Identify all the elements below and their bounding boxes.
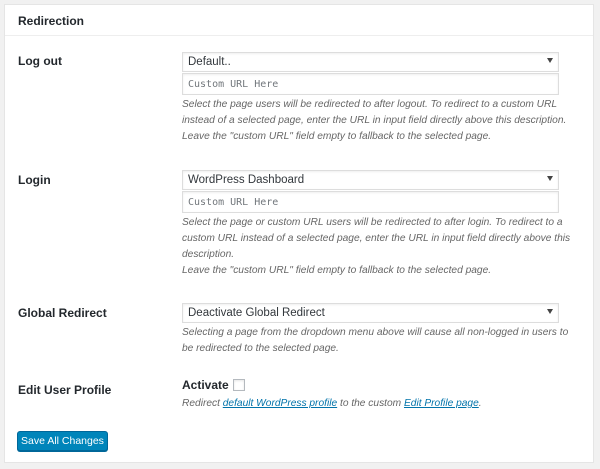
logout-fallback-note: Leave the "custom URL" field empty to fa…: [182, 131, 492, 142]
chevron-down-icon: [547, 58, 553, 63]
logout-label: Log out: [18, 54, 62, 68]
activate-control: Activate: [182, 378, 245, 392]
edit-profile-desc-suffix: .: [478, 398, 482, 409]
login-redirect-select[interactable]: WordPress Dashboard: [182, 170, 559, 190]
panel-header: Redirection: [5, 5, 593, 36]
login-description: Select the page or custom URL users will…: [182, 217, 571, 260]
edit-profile-desc-prefix: Redirect: [182, 398, 223, 409]
chevron-down-icon: [547, 176, 553, 181]
login-label: Login: [18, 173, 51, 187]
chevron-down-icon: [547, 309, 553, 314]
global-redirect-select-value: Deactivate Global Redirect: [188, 307, 325, 319]
logout-select-value: Default..: [188, 56, 231, 68]
default-wordpress-profile-link[interactable]: default WordPress profile: [223, 398, 337, 409]
logout-custom-url-input[interactable]: [182, 73, 559, 95]
login-custom-url-input[interactable]: [182, 191, 559, 213]
logout-description: Select the page users will be redirected…: [182, 99, 567, 126]
activate-label: Activate: [182, 378, 229, 392]
activate-checkbox[interactable]: [232, 379, 245, 391]
redirection-panel: Redirection Log out Default.. Select the…: [4, 4, 594, 463]
global-redirect-select[interactable]: Deactivate Global Redirect: [182, 303, 559, 323]
login-select-value: WordPress Dashboard: [188, 174, 305, 186]
edit-profile-desc-middle: to the custom: [337, 398, 404, 409]
global-redirect-label: Global Redirect: [18, 306, 107, 320]
logout-redirect-select[interactable]: Default..: [182, 52, 559, 72]
edit-profile-page-link[interactable]: Edit Profile page: [404, 398, 479, 409]
edit-profile-label: Edit User Profile: [18, 383, 112, 397]
save-all-changes-button[interactable]: Save All Changes: [17, 431, 108, 451]
global-redirect-description: Selecting a page from the dropdown menu …: [182, 327, 569, 354]
panel-title: Redirection: [18, 14, 85, 28]
login-fallback-note: Leave the "custom URL" field empty to fa…: [182, 265, 492, 276]
edit-profile-description: Redirect default WordPress profile to th…: [182, 396, 582, 412]
